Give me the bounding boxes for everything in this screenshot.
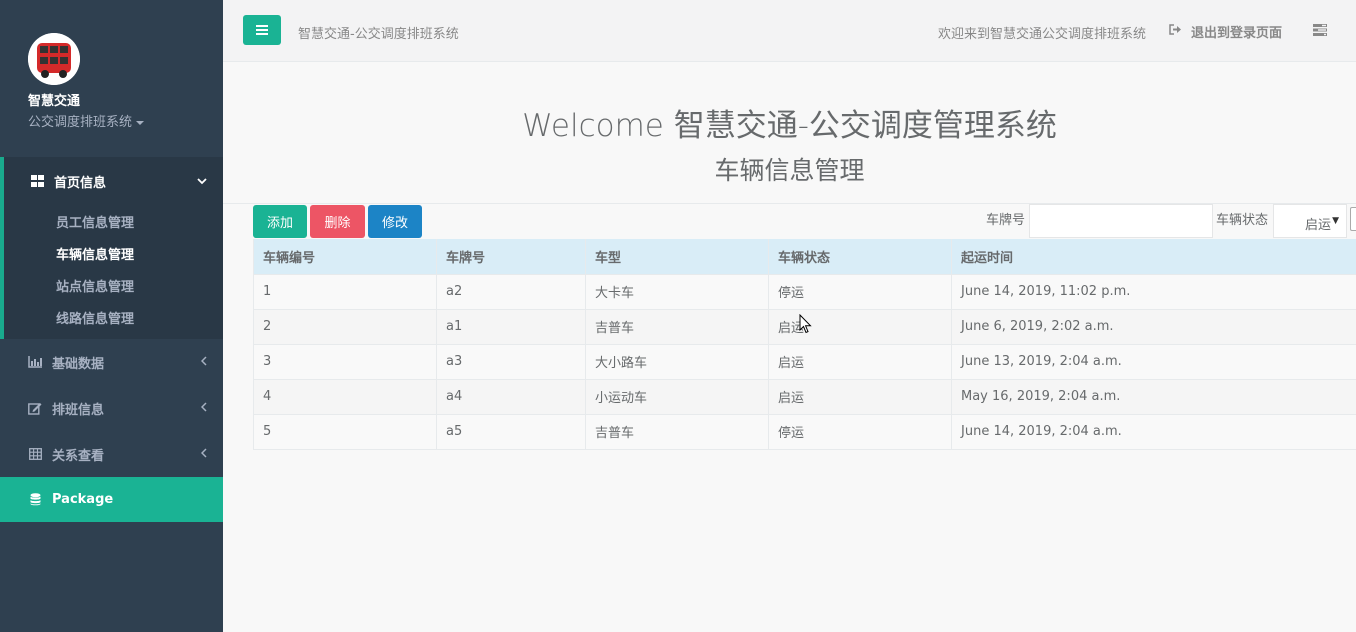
sidebar: 智慧交通 公交调度排班系统 首页信息 员工信息管理 车辆信息管理 站点信息管理 … bbox=[0, 0, 223, 632]
app-name: 智慧交通 bbox=[28, 94, 81, 109]
sidebar-subitem-staff[interactable]: 员工信息管理 bbox=[4, 205, 223, 237]
table-row[interactable]: 1 a2 大卡车 停运 June 14, 2019, 11:02 p.m. bbox=[253, 273, 1356, 309]
table-cell: a2 bbox=[436, 273, 586, 309]
table-cell: a1 bbox=[436, 308, 586, 344]
nav-group-home: 首页信息 员工信息管理 车辆信息管理 站点信息管理 线路信息管理 bbox=[0, 157, 223, 339]
table-cell: June 14, 2019, 2:04 a.m. bbox=[951, 413, 1356, 450]
mouse-cursor-icon bbox=[799, 313, 812, 338]
table-cell: 启运 bbox=[768, 308, 952, 344]
edit-icon bbox=[28, 401, 42, 415]
column-header[interactable]: 起运时间 bbox=[951, 239, 1356, 274]
chevron-left-icon bbox=[200, 355, 207, 369]
bus-logo-icon bbox=[28, 33, 80, 85]
table-cell: a5 bbox=[436, 413, 586, 450]
logout-link[interactable]: 退出到登录页面 bbox=[1169, 22, 1282, 41]
sidebar-item-relations[interactable]: 关系查看 bbox=[3, 431, 223, 477]
table-cell: 吉普车 bbox=[585, 413, 769, 450]
logout-label: 退出到登录页面 bbox=[1191, 26, 1283, 41]
status-filter-label: 车辆状态 bbox=[1216, 213, 1269, 228]
sidebar-item-label: 排班信息 bbox=[52, 402, 105, 418]
sidebar-item-label: 基础数据 bbox=[52, 356, 105, 372]
sidebar-item-package[interactable]: Package bbox=[0, 477, 223, 522]
sidebar-item-label: Package bbox=[52, 492, 114, 507]
table-icon bbox=[28, 447, 42, 461]
chevron-left-icon bbox=[200, 447, 207, 461]
table-cell: a4 bbox=[436, 378, 586, 414]
hamburger-icon bbox=[256, 25, 268, 35]
table-cell: 3 bbox=[253, 343, 437, 379]
topbar: 智慧交通-公交调度排班系统 欢迎来到智慧交通公交调度排班系统 退出到登录页面 bbox=[223, 0, 1356, 62]
table-cell: 小运动车 bbox=[585, 378, 769, 414]
table-cell: 大小路车 bbox=[585, 343, 769, 379]
add-button[interactable]: 添加 bbox=[253, 205, 307, 238]
column-header[interactable]: 车辆编号 bbox=[253, 239, 437, 274]
sidebar-nav: 首页信息 员工信息管理 车辆信息管理 站点信息管理 线路信息管理 基础数据 排班… bbox=[0, 157, 223, 522]
main-content: 添加 删除 修改 车牌号 车辆状态 启运 ▼ 车辆编号 车牌号 车型 车辆状态 … bbox=[223, 204, 1356, 632]
table-row[interactable]: 5 a5 吉普车 停运 June 14, 2019, 2:04 a.m. bbox=[253, 413, 1356, 450]
table-cell: 大卡车 bbox=[585, 273, 769, 309]
sign-out-icon bbox=[1169, 24, 1182, 39]
table-cell: June 6, 2019, 2:02 a.m. bbox=[951, 308, 1356, 344]
table-cell: 停运 bbox=[768, 273, 952, 309]
dashboard-icon bbox=[30, 174, 44, 188]
table-cell: June 13, 2019, 2:04 a.m. bbox=[951, 343, 1356, 379]
table-cell: 2 bbox=[253, 308, 437, 344]
hero-subtitle: 车辆信息管理 bbox=[714, 156, 865, 185]
table-cell: 5 bbox=[253, 413, 437, 450]
sidebar-subitem-vehicles[interactable]: 车辆信息管理 bbox=[4, 237, 223, 269]
chevron-left-icon bbox=[200, 401, 207, 415]
page-title: 智慧交通-公交调度排班系统 bbox=[298, 27, 459, 42]
subnav: 员工信息管理 车辆信息管理 站点信息管理 线路信息管理 bbox=[4, 205, 223, 339]
app-subtitle: 公交调度排班系统 bbox=[28, 115, 133, 130]
table-row[interactable]: 3 a3 大小路车 启运 June 13, 2019, 2:04 a.m. bbox=[253, 343, 1356, 379]
app-subtitle-dropdown[interactable]: 公交调度排班系统 bbox=[28, 111, 223, 130]
sidebar-item-label: 关系查看 bbox=[52, 448, 105, 464]
sidebar-item-home[interactable]: 首页信息 bbox=[4, 157, 223, 205]
table-cell: 4 bbox=[253, 378, 437, 414]
sidebar-item-basic-data[interactable]: 基础数据 bbox=[3, 339, 223, 385]
search-button[interactable] bbox=[1350, 207, 1356, 231]
hero-title: Welcome 智慧交通-公交调度管理系统 bbox=[522, 108, 1057, 144]
sidebar-subitem-routes[interactable]: 线路信息管理 bbox=[4, 301, 223, 333]
column-header[interactable]: 车辆状态 bbox=[768, 239, 952, 274]
delete-button[interactable]: 删除 bbox=[310, 205, 365, 238]
right-sidebar-toggle[interactable] bbox=[1313, 24, 1327, 40]
table-cell: 1 bbox=[253, 273, 437, 309]
chevron-down-icon bbox=[197, 174, 207, 188]
dropdown-arrow-icon: ▼ bbox=[1332, 216, 1339, 226]
table-header-row: 车辆编号 车牌号 车型 车辆状态 起运时间 bbox=[253, 239, 1356, 274]
tasks-icon bbox=[1313, 24, 1327, 36]
database-icon bbox=[28, 493, 42, 507]
table-row[interactable]: 4 a4 小运动车 启运 May 16, 2019, 2:04 a.m. bbox=[253, 378, 1356, 414]
status-filter-select[interactable]: 启运 ▼ bbox=[1273, 204, 1347, 238]
table-cell: a3 bbox=[436, 343, 586, 379]
plate-filter-label: 车牌号 bbox=[986, 213, 1026, 228]
avatar[interactable] bbox=[28, 33, 80, 85]
edit-button[interactable]: 修改 bbox=[368, 205, 422, 238]
table-cell: May 16, 2019, 2:04 a.m. bbox=[951, 378, 1356, 414]
status-filter-value: 启运 bbox=[1305, 218, 1332, 233]
bar-chart-icon bbox=[28, 355, 42, 369]
table-cell: 停运 bbox=[768, 413, 952, 450]
table-cell: 启运 bbox=[768, 343, 952, 379]
plate-filter-input[interactable] bbox=[1029, 204, 1213, 238]
sidebar-item-label: 首页信息 bbox=[54, 175, 107, 191]
vehicle-table: 车辆编号 车牌号 车型 车辆状态 起运时间 1 a2 大卡车 停运 June 1… bbox=[253, 239, 1356, 450]
menu-toggle-button[interactable] bbox=[243, 15, 281, 45]
table-cell: June 14, 2019, 11:02 p.m. bbox=[951, 273, 1356, 309]
caret-down-icon bbox=[136, 120, 145, 125]
column-header[interactable]: 车牌号 bbox=[436, 239, 586, 274]
profile: 智慧交通 公交调度排班系统 bbox=[3, 0, 223, 140]
hero-section: Welcome 智慧交通-公交调度管理系统 车辆信息管理 bbox=[223, 62, 1356, 204]
sidebar-subitem-stations[interactable]: 站点信息管理 bbox=[4, 269, 223, 301]
table-cell: 吉普车 bbox=[585, 308, 769, 344]
welcome-message: 欢迎来到智慧交通公交调度排班系统 bbox=[938, 27, 1147, 42]
sidebar-item-schedule[interactable]: 排班信息 bbox=[3, 385, 223, 431]
column-header[interactable]: 车型 bbox=[585, 239, 769, 274]
table-cell: 启运 bbox=[768, 378, 952, 414]
